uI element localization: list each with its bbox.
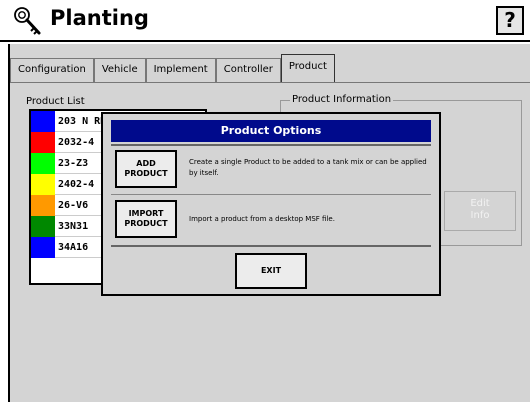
tab-controller[interactable]: Controller	[215, 58, 281, 82]
edit-info-button[interactable]: Edit Info	[444, 191, 516, 231]
product-name: 34A16	[58, 241, 89, 253]
add-product-label-line2: PRODUCT	[124, 169, 168, 178]
color-swatch	[31, 215, 55, 237]
dialog-divider	[111, 144, 431, 146]
edit-info-label-line2: Info	[470, 210, 490, 221]
tab-divider	[10, 82, 530, 83]
dialog-divider	[111, 245, 431, 247]
help-button[interactable]: ?	[496, 6, 524, 35]
import-product-label-line1: IMPORT	[128, 209, 164, 218]
title-bar: Planting ?	[0, 0, 530, 42]
product-name: 2402-4	[58, 178, 95, 190]
tab-configuration[interactable]: Configuration	[10, 58, 94, 82]
import-product-button[interactable]: IMPORT PRODUCT	[115, 200, 177, 238]
dialog-title: Product Options	[111, 120, 431, 142]
color-swatch	[31, 194, 55, 216]
import-product-description: Import a product from a desktop MSF file…	[189, 215, 335, 223]
product-name: 33N31	[58, 220, 89, 232]
dialog-divider	[111, 194, 431, 195]
add-product-description: Create a single Product to be added to a…	[189, 158, 427, 177]
add-product-button[interactable]: ADD PRODUCT	[115, 150, 177, 188]
tab-bar: Configuration Vehicle Implement Controll…	[10, 54, 335, 82]
exit-button[interactable]: EXIT	[235, 253, 307, 289]
product-name: 23-Z3	[58, 157, 89, 169]
edit-info-label-line1: Edit	[470, 198, 490, 209]
product-options-dialog: Product Options ADD PRODUCT Create a sin…	[101, 112, 441, 296]
tab-product[interactable]: Product	[280, 54, 335, 82]
color-swatch	[31, 111, 55, 132]
key-icon	[10, 4, 46, 38]
color-swatch	[31, 152, 55, 174]
product-list-label: Product List	[26, 96, 85, 107]
page-title: Planting	[50, 6, 149, 30]
product-information-label: Product Information	[290, 94, 394, 105]
import-product-label-line2: PRODUCT	[124, 219, 168, 228]
color-swatch	[31, 131, 55, 153]
add-product-label-line1: ADD	[136, 159, 156, 168]
product-name: 2032-4	[58, 136, 95, 148]
color-swatch	[31, 236, 55, 258]
tab-implement[interactable]: Implement	[145, 58, 216, 82]
color-swatch	[31, 173, 55, 195]
product-name: 203 N RR	[58, 115, 107, 127]
product-name: 26-V6	[58, 199, 89, 211]
tab-vehicle[interactable]: Vehicle	[93, 58, 146, 82]
